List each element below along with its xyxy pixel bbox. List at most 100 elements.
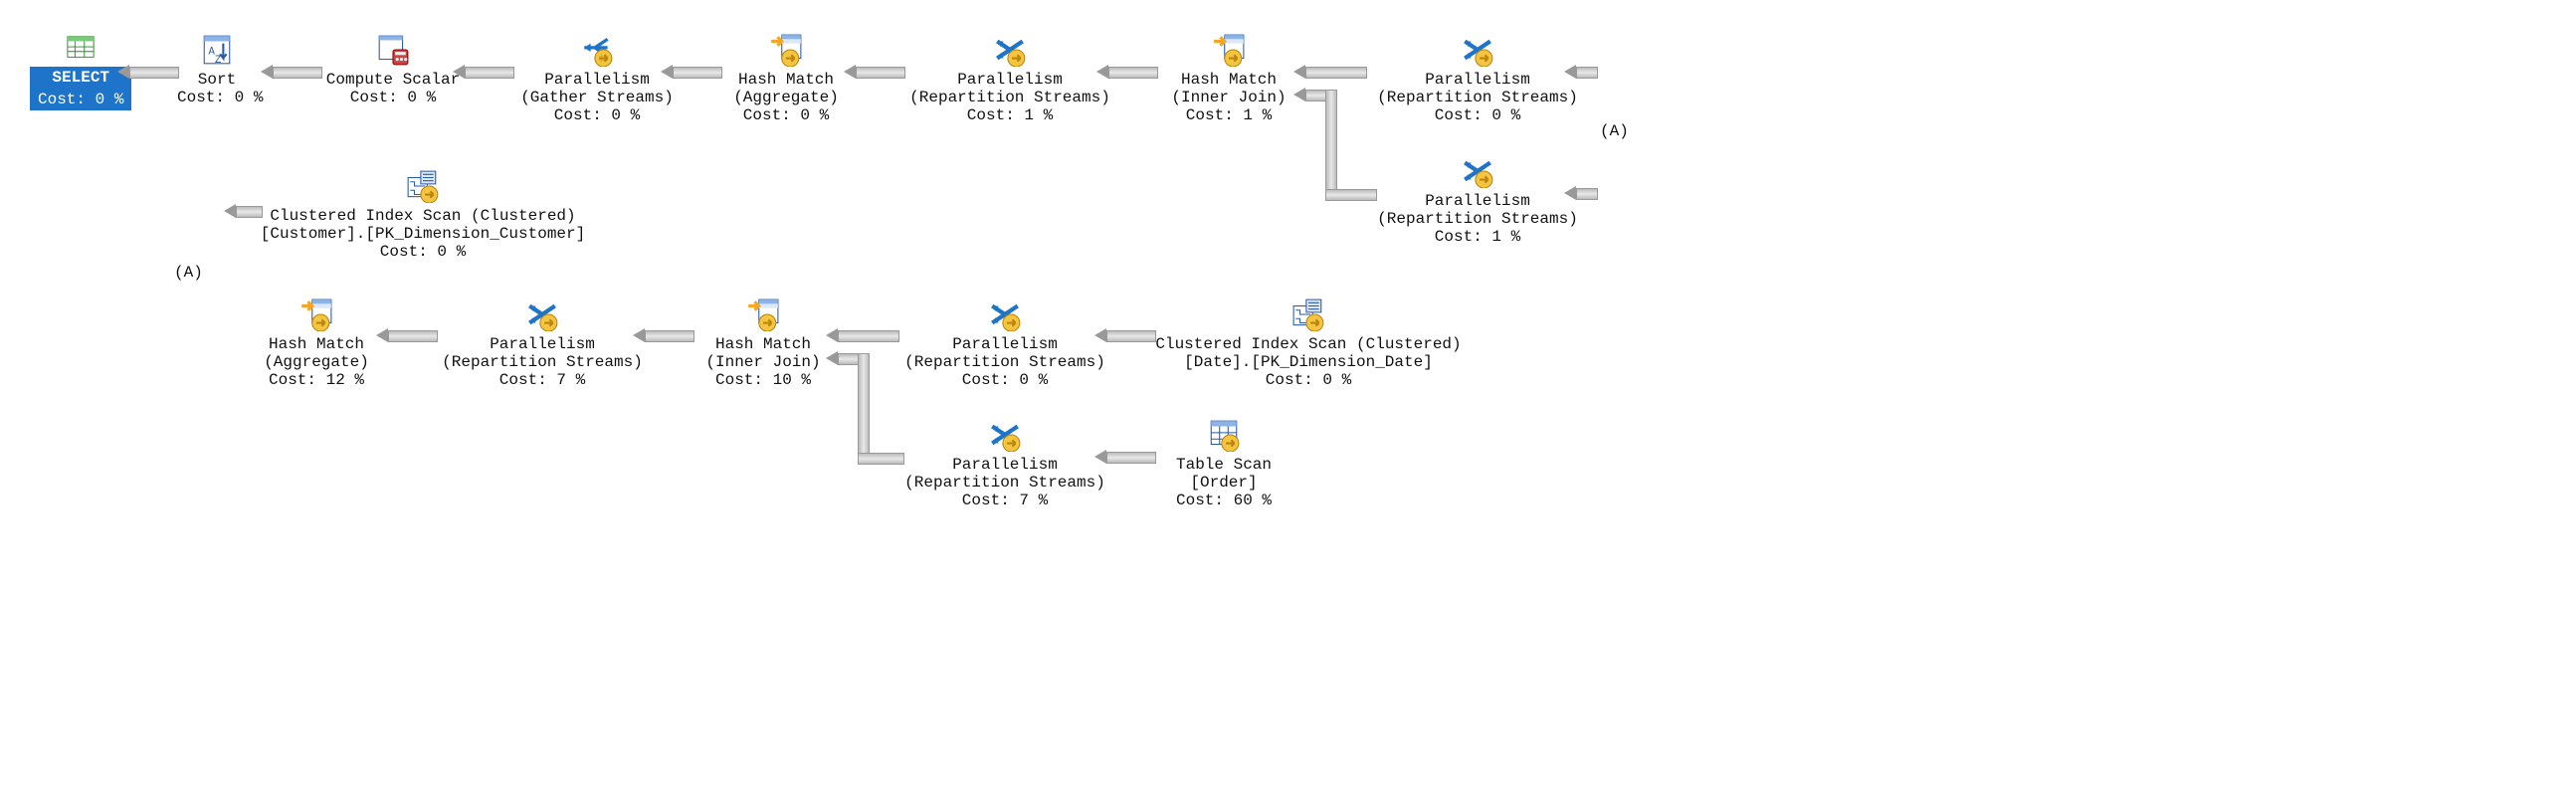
sub: (Repartition Streams): [895, 89, 1124, 106]
cost: Cost: 0 %: [1144, 371, 1473, 389]
parallelism-repartition-icon: [988, 418, 1022, 452]
continuation-marker-a2: (A): [174, 264, 203, 282]
parallelism-repartition-icon: [988, 297, 1022, 331]
node-parallelism-repartition-7b[interactable]: Parallelism (Repartition Streams) Cost: …: [891, 418, 1119, 509]
parallelism-repartition-icon: [1461, 154, 1494, 188]
cost: Cost: 0 %: [1363, 106, 1592, 124]
cost: Cost: 7 %: [891, 492, 1119, 509]
node-hash-innerjoin-bottom[interactable]: Hash Match (Inner Join) Cost: 10 %: [689, 297, 838, 389]
arrow-icon: [826, 328, 838, 342]
label: Table Scan: [1154, 456, 1293, 474]
arrow-icon: [1106, 452, 1156, 464]
sub: (Gather Streams): [507, 89, 687, 106]
arrow-icon: [838, 353, 860, 365]
cost: Cost: 10 %: [689, 371, 838, 389]
arrow-icon: [858, 353, 870, 455]
node-sort[interactable]: Sort Cost: 0 %: [177, 33, 257, 106]
arrow-icon: [633, 328, 645, 342]
compute-scalar-label: Compute Scalar: [313, 71, 473, 89]
sub: [Customer].[PK_Dimension_Customer]: [259, 225, 587, 243]
cost: Cost: 7 %: [428, 371, 657, 389]
sub: (Repartition Streams): [428, 353, 657, 371]
node-hash-innerjoin-top[interactable]: Hash Match (Inner Join) Cost: 1 %: [1154, 33, 1303, 124]
node-parallelism-repartition-0a[interactable]: Parallelism (Repartition Streams) Cost: …: [1363, 33, 1592, 124]
cost: Cost: 12 %: [247, 371, 386, 389]
compute-scalar-icon: [376, 33, 410, 67]
node-parallelism-repartition-0b[interactable]: Parallelism (Repartition Streams) Cost: …: [891, 297, 1119, 389]
node-clustered-index-scan-customer[interactable]: Clustered Index Scan (Clustered) [Custom…: [259, 169, 587, 261]
cost: Cost: 0 %: [716, 106, 856, 124]
node-clustered-index-scan-date[interactable]: Clustered Index Scan (Clustered) [Date].…: [1144, 297, 1473, 389]
arrow-icon: [376, 328, 388, 342]
arrow-icon: [1576, 67, 1598, 79]
arrow-icon: [1564, 186, 1576, 200]
label: Parallelism: [428, 335, 657, 353]
sub: (Aggregate): [247, 353, 386, 371]
arrow-icon: [1305, 67, 1367, 79]
select-cost: Cost: 0 %: [30, 89, 131, 110]
node-table-scan-order[interactable]: Table Scan [Order] Cost: 60 %: [1154, 418, 1293, 509]
arrow-icon: [129, 67, 179, 79]
label: Parallelism: [895, 71, 1124, 89]
node-parallelism-gather[interactable]: Parallelism (Gather Streams) Cost: 0 %: [507, 33, 687, 124]
arrow-icon: [1096, 65, 1108, 79]
continuation-marker-a: (A): [1600, 122, 1629, 140]
label: Parallelism: [891, 456, 1119, 474]
cost: Cost: 1 %: [1154, 106, 1303, 124]
sub: (Repartition Streams): [891, 353, 1119, 371]
sub: (Repartition Streams): [1363, 89, 1592, 106]
cost: Cost: 1 %: [895, 106, 1124, 124]
arrow-icon: [1293, 88, 1305, 101]
cost: Cost: 60 %: [1154, 492, 1293, 509]
parallelism-repartition-icon: [993, 33, 1027, 67]
arrow-icon: [1576, 188, 1598, 200]
node-parallelism-repartition-7a[interactable]: Parallelism (Repartition Streams) Cost: …: [428, 297, 657, 389]
cost: Cost: 1 %: [1363, 228, 1592, 246]
arrow-icon: [1094, 328, 1106, 342]
arrow-icon: [117, 65, 129, 79]
arrow-icon: [261, 65, 273, 79]
node-parallelism-repartition-1b[interactable]: Parallelism (Repartition Streams) Cost: …: [1363, 154, 1592, 246]
node-compute-scalar[interactable]: Compute Scalar Cost: 0 %: [313, 33, 473, 106]
node-parallelism-repartition-1[interactable]: Parallelism (Repartition Streams) Cost: …: [895, 33, 1124, 124]
arrow-icon: [826, 351, 838, 365]
cost: Cost: 0 %: [259, 243, 587, 261]
label: Parallelism: [507, 71, 687, 89]
label: Hash Match: [689, 335, 838, 353]
clustered-index-scan-icon: [406, 169, 440, 203]
compute-scalar-cost: Cost: 0 %: [313, 89, 473, 106]
sub: (Repartition Streams): [1363, 210, 1592, 228]
node-hash-aggregate-bottom[interactable]: Hash Match (Aggregate) Cost: 12 %: [247, 297, 386, 389]
sub: [Order]: [1154, 474, 1293, 492]
sub: (Inner Join): [1154, 89, 1303, 106]
sub: [Date].[PK_Dimension_Date]: [1144, 353, 1473, 371]
arrow-icon: [673, 67, 722, 79]
clustered-index-scan-icon: [1291, 297, 1325, 331]
sub: (Aggregate): [716, 89, 856, 106]
arrow-icon: [661, 65, 673, 79]
arrow-icon: [844, 65, 856, 79]
arrow-icon: [1094, 450, 1106, 464]
label: Clustered Index Scan (Clustered): [1144, 335, 1473, 353]
cost: Cost: 0 %: [507, 106, 687, 124]
label: Parallelism: [891, 335, 1119, 353]
hash-match-icon: [769, 33, 803, 67]
label: Parallelism: [1363, 192, 1592, 210]
node-hash-aggregate-top[interactable]: Hash Match (Aggregate) Cost: 0 %: [716, 33, 856, 124]
label: Hash Match: [247, 335, 386, 353]
arrow-icon: [645, 330, 694, 342]
arrow-icon: [453, 65, 465, 79]
table-scan-icon: [1207, 418, 1241, 452]
arrow-icon: [1564, 65, 1576, 79]
hash-match-icon: [299, 297, 333, 331]
parallelism-repartition-icon: [525, 297, 559, 331]
hash-match-icon: [1212, 33, 1246, 67]
sort-icon: [200, 33, 234, 67]
hash-match-icon: [746, 297, 780, 331]
label: Hash Match: [716, 71, 856, 89]
label: Parallelism: [1363, 71, 1592, 89]
arrow-icon: [1325, 90, 1337, 191]
arrow-icon: [224, 204, 236, 218]
sub: (Repartition Streams): [891, 474, 1119, 492]
parallelism-repartition-icon: [1461, 33, 1494, 67]
